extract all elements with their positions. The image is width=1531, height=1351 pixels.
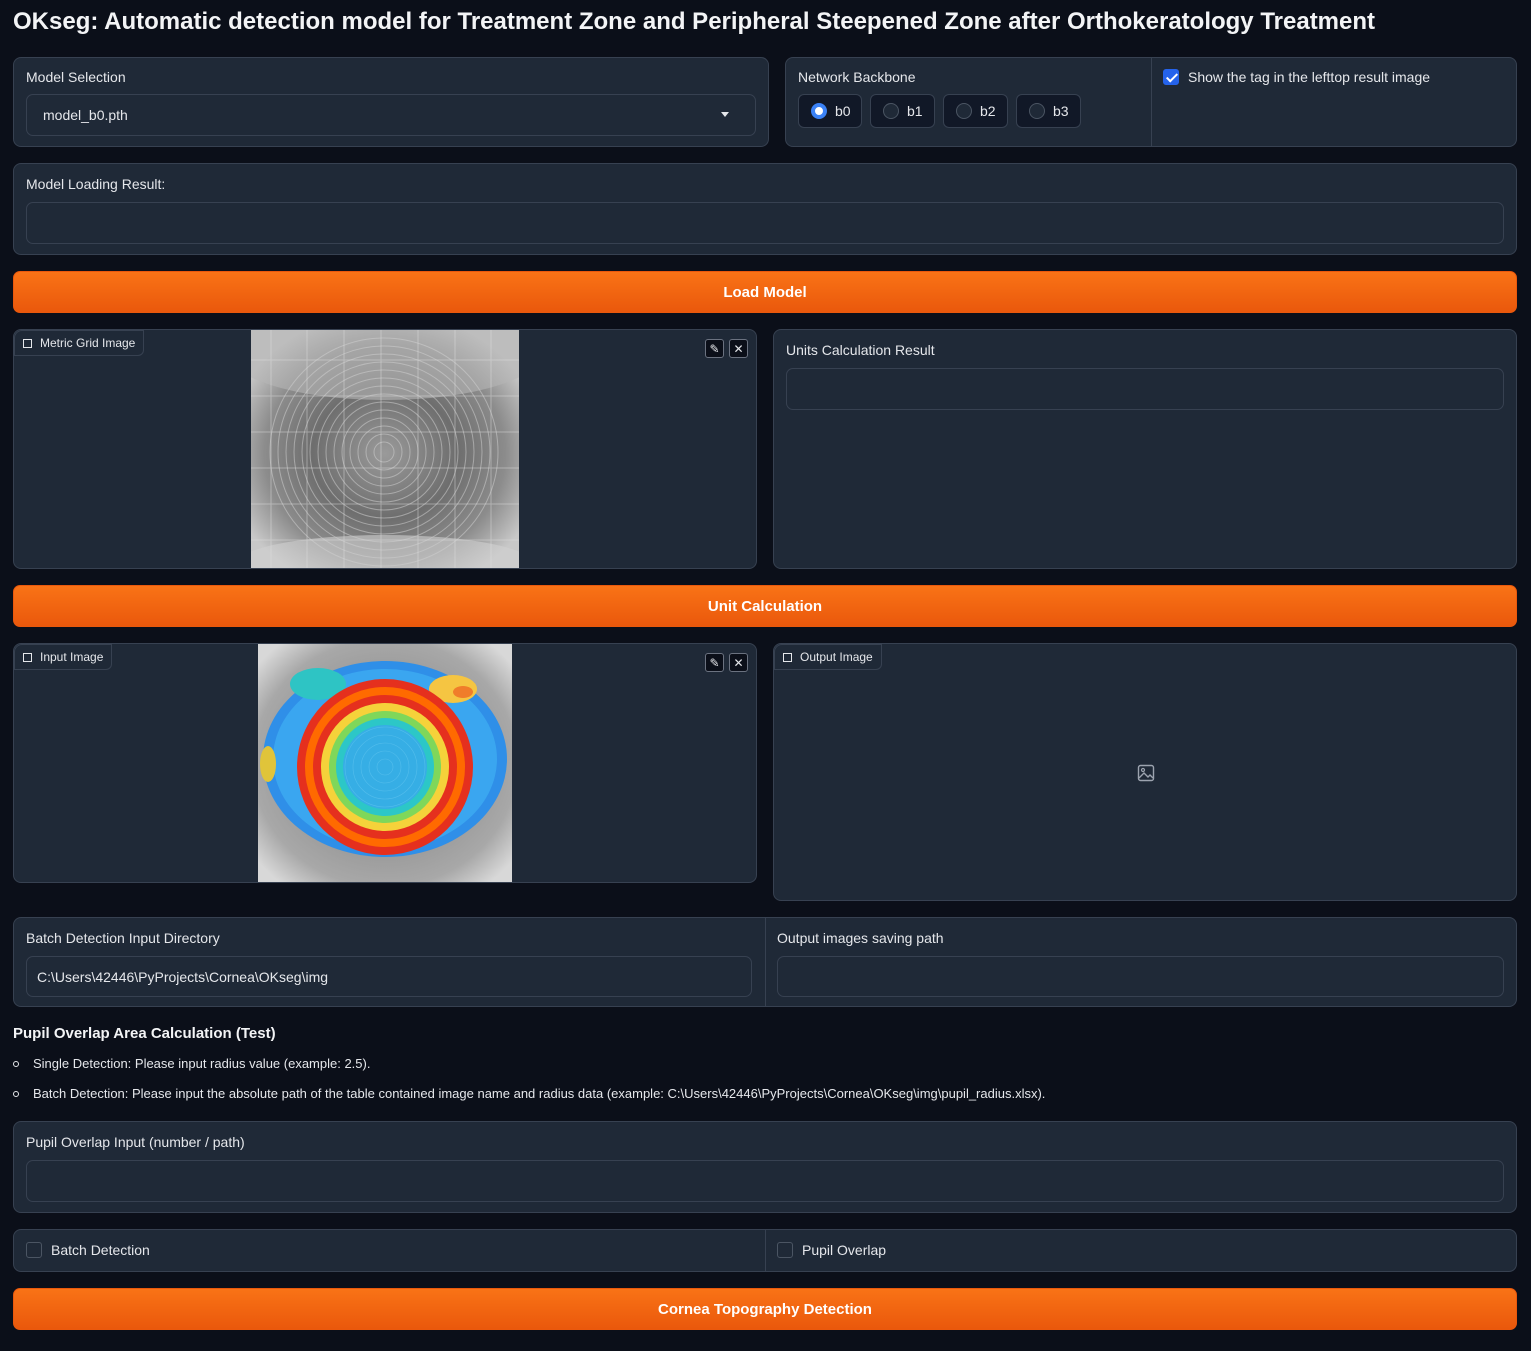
pupil-overlap-input-label: Pupil Overlap Input (number / path)	[26, 1134, 245, 1150]
bullet-text: Single Detection: Please input radius va…	[33, 1056, 371, 1071]
show-tag-option[interactable]: Show the tag in the lefttop result image	[1163, 69, 1430, 85]
input-image-tag: Input Image	[14, 644, 113, 670]
load-model-button[interactable]: Load Model	[13, 271, 1517, 313]
divider	[765, 1230, 766, 1271]
image-icon	[783, 652, 792, 662]
pupil-overlap-label: Pupil Overlap	[802, 1242, 887, 1258]
image-icon	[23, 652, 32, 662]
pupil-overlap-input-field[interactable]	[26, 1160, 1504, 1202]
batch-detection-option[interactable]: Batch Detection	[26, 1242, 150, 1258]
output-image-panel: Output Image	[773, 643, 1517, 901]
network-backbone-label: Network Backbone	[798, 69, 916, 85]
cornea-topography-detection-button[interactable]: Cornea Topography Detection	[13, 1288, 1517, 1330]
radio-indicator	[1029, 103, 1045, 119]
unit-calculation-button[interactable]: Unit Calculation	[13, 585, 1517, 627]
backbone-option-label: b1	[907, 103, 923, 119]
model-loading-result-panel: Model Loading Result:	[13, 163, 1517, 255]
pupil-section-heading: Pupil Overlap Area Calculation (Test)	[13, 1025, 276, 1042]
metric-grid-image-panel[interactable]: Metric Grid Image ✎ ✕	[13, 329, 757, 569]
batch-detection-label: Batch Detection	[51, 1242, 150, 1258]
divider	[1151, 58, 1152, 146]
units-calculation-result-label: Units Calculation Result	[786, 342, 935, 358]
model-selection-value: model_b0.pth	[43, 107, 128, 123]
radio-indicator	[883, 103, 899, 119]
list-item: Batch Detection: Please input the absolu…	[13, 1086, 1045, 1101]
batch-input-dir-field[interactable]: C:\Users\42446\PyProjects\Cornea\OKseg\i…	[26, 956, 752, 997]
output-saving-path-label: Output images saving path	[777, 930, 944, 946]
batch-paths-panel: Batch Detection Input Directory C:\Users…	[13, 917, 1517, 1007]
units-calculation-result-field[interactable]	[786, 368, 1504, 410]
backbone-option-label: b3	[1053, 103, 1069, 119]
radio-indicator	[956, 103, 972, 119]
list-item: Single Detection: Please input radius va…	[13, 1056, 370, 1071]
chevron-down-icon	[721, 112, 729, 117]
edit-icon[interactable]: ✎	[705, 339, 724, 358]
backbone-option-label: b0	[835, 103, 851, 119]
pupil-overlap-option[interactable]: Pupil Overlap	[777, 1242, 886, 1258]
backbone-radio-b3[interactable]: b3	[1016, 94, 1081, 128]
output-image-label: Output Image	[800, 650, 873, 664]
close-icon[interactable]: ✕	[729, 653, 748, 672]
radio-indicator	[811, 103, 827, 119]
units-calculation-result-panel: Units Calculation Result	[773, 329, 1517, 569]
backbone-radio-b2[interactable]: b2	[943, 94, 1008, 128]
backbone-radio-b0[interactable]: b0	[798, 94, 862, 128]
model-selection-dropdown[interactable]: model_b0.pth	[26, 94, 756, 136]
backbone-radio-b1[interactable]: b1	[870, 94, 935, 128]
output-image-tag: Output Image	[774, 644, 882, 670]
show-tag-checkbox[interactable]	[1163, 69, 1179, 85]
show-tag-label: Show the tag in the lefttop result image	[1188, 69, 1431, 85]
input-image-label: Input Image	[40, 650, 104, 664]
pupil-overlap-checkbox[interactable]	[777, 1242, 793, 1258]
model-loading-result-field[interactable]	[26, 202, 1504, 244]
input-topography-image	[258, 644, 512, 882]
model-selection-panel: Model Selection model_b0.pth	[13, 57, 769, 147]
bullet-icon	[13, 1090, 19, 1097]
backbone-option-label: b2	[980, 103, 996, 119]
divider	[765, 918, 766, 1006]
model-loading-result-label: Model Loading Result:	[26, 176, 166, 192]
close-icon[interactable]: ✕	[729, 339, 748, 358]
metric-grid-image-label: Metric Grid Image	[40, 336, 136, 350]
model-selection-label: Model Selection	[26, 69, 126, 85]
image-placeholder-icon	[1137, 764, 1155, 782]
image-icon	[23, 338, 32, 348]
batch-detection-checkbox[interactable]	[26, 1242, 42, 1258]
options-checkbox-panel: Batch Detection Pupil Overlap	[13, 1229, 1517, 1272]
metric-grid-image-tag: Metric Grid Image	[14, 330, 145, 356]
bullet-text: Batch Detection: Please input the absolu…	[33, 1086, 1046, 1101]
pupil-overlap-input-panel: Pupil Overlap Input (number / path)	[13, 1121, 1517, 1213]
page-title: OKseg: Automatic detection model for Tre…	[13, 8, 1376, 35]
edit-icon[interactable]: ✎	[705, 653, 724, 672]
metric-grid-eye-image	[251, 330, 519, 568]
input-image-panel[interactable]: Input Image ✎ ✕	[13, 643, 757, 883]
bullet-icon	[13, 1060, 19, 1067]
batch-input-dir-label: Batch Detection Input Directory	[26, 930, 220, 946]
output-saving-path-field[interactable]	[777, 956, 1504, 997]
